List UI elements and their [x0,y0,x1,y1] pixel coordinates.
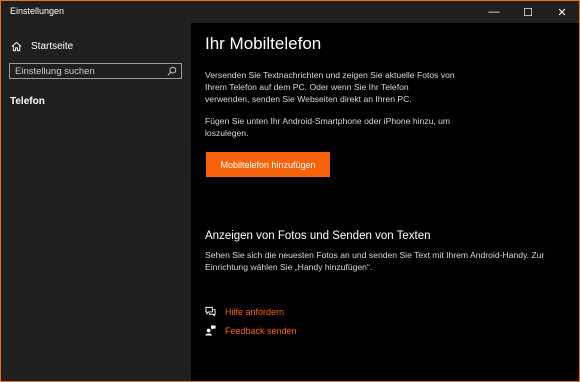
minimize-button[interactable]: — [477,1,511,23]
search-input[interactable] [10,64,165,78]
home-icon [11,41,22,51]
main-content: Ihr Mobiltelefon Versenden Sie Textnachr… [191,23,579,381]
maximize-button[interactable]: ☐ [511,1,545,23]
help-link-label: Hilfe anfordern [225,306,285,317]
feedback-person-icon [205,325,216,336]
feedback-link-label: Feedback senden [225,325,297,336]
help-link[interactable]: Hilfe anfordern [205,306,284,317]
title-bar: Einstellungen — ☐ ✕ [1,1,579,23]
add-prompt-text: Fügen Sie unten Ihr Android-Smartphone o… [205,116,451,138]
close-button[interactable]: ✕ [545,1,579,23]
sidebar: Startseite Telefon [1,23,191,381]
page-title: Ihr Mobiltelefon [205,34,322,53]
sidebar-home[interactable]: Startseite [11,39,73,53]
intro-text: Versenden Sie Textnachrichten und zeigen… [205,70,455,104]
feedback-link[interactable]: Feedback senden [205,325,297,336]
section-title: Anzeigen von Fotos und Senden von Texten [205,230,431,242]
add-phone-button[interactable]: Mobiltelefon hinzufügen [206,152,330,177]
search-icon[interactable] [167,66,177,76]
window-title: Einstellungen [10,6,65,16]
section-text: Sehen Sie sich die neuesten Fotos an und… [205,250,545,272]
settings-search [9,63,182,79]
help-chat-icon [205,306,216,317]
sidebar-home-label: Startseite [31,40,74,52]
settings-window: Einstellungen — ☐ ✕ Startseite Telefon I… [0,0,580,382]
sidebar-item-telefon[interactable]: Telefon [10,96,45,107]
